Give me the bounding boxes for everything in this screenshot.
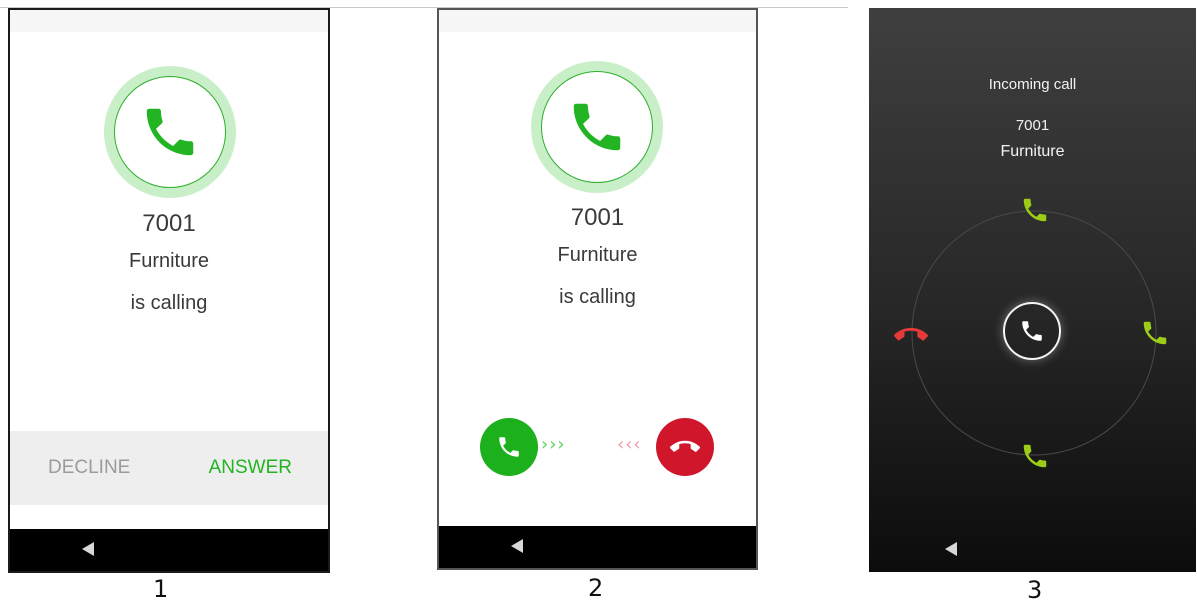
back-triangle-icon[interactable]: [945, 542, 957, 556]
phone-icon[interactable]: [1020, 441, 1050, 471]
phone-icon: [146, 108, 194, 156]
phone-hangup-icon[interactable]: [894, 318, 928, 352]
decline-button[interactable]: DECLINE: [48, 457, 130, 479]
call-status: is calling: [130, 292, 208, 314]
phone-icon[interactable]: [1140, 318, 1170, 348]
incoming-call-header: Incoming call: [988, 76, 1077, 93]
answer-chevrons: ›››: [541, 434, 566, 455]
back-triangle-icon[interactable]: [82, 542, 94, 556]
screen-caption-1: 1: [153, 575, 169, 603]
caller-avatar-ring: [531, 61, 663, 193]
status-strip: [439, 10, 756, 32]
back-triangle-icon[interactable]: [511, 539, 523, 553]
call-action-bar: DECLINE ANSWER: [10, 431, 328, 505]
caller-number: 7001: [1015, 117, 1050, 134]
call-status: is calling: [559, 286, 636, 308]
caller-name: Furniture: [1000, 143, 1065, 160]
caller-avatar: [541, 71, 653, 183]
phone-icon[interactable]: [1020, 195, 1050, 225]
caller-number: 7001: [570, 204, 625, 231]
screen-caption-3: 3: [1027, 576, 1043, 604]
screen-caption-2: 2: [588, 574, 604, 602]
decline-slide-button[interactable]: [656, 418, 714, 476]
phone-icon: [1022, 321, 1042, 341]
caller-avatar: [114, 76, 226, 188]
answer-button[interactable]: ANSWER: [209, 457, 292, 479]
call-screen-1: 7001 Furniture is calling DECLINE ANSWER: [8, 8, 330, 573]
answer-slide-button[interactable]: [480, 418, 538, 476]
phone-hangup-icon: [670, 440, 700, 452]
decline-chevrons: ‹‹‹: [617, 434, 642, 455]
call-screen-2: 7001 Furniture is calling ››› ‹‹‹: [437, 8, 758, 570]
caller-name: Furniture: [128, 250, 210, 272]
call-screen-3: Incoming call 7001 Furniture: [869, 8, 1196, 572]
caller-name: Furniture: [557, 244, 638, 266]
call-drag-handle[interactable]: [1003, 302, 1061, 360]
nav-bar: [439, 526, 756, 568]
nav-bar: [10, 529, 328, 571]
caller-avatar-ring: [104, 66, 236, 198]
status-strip: [10, 10, 328, 32]
phone-icon: [499, 437, 519, 457]
caller-number: 7001: [142, 210, 196, 237]
phone-icon: [573, 103, 621, 151]
